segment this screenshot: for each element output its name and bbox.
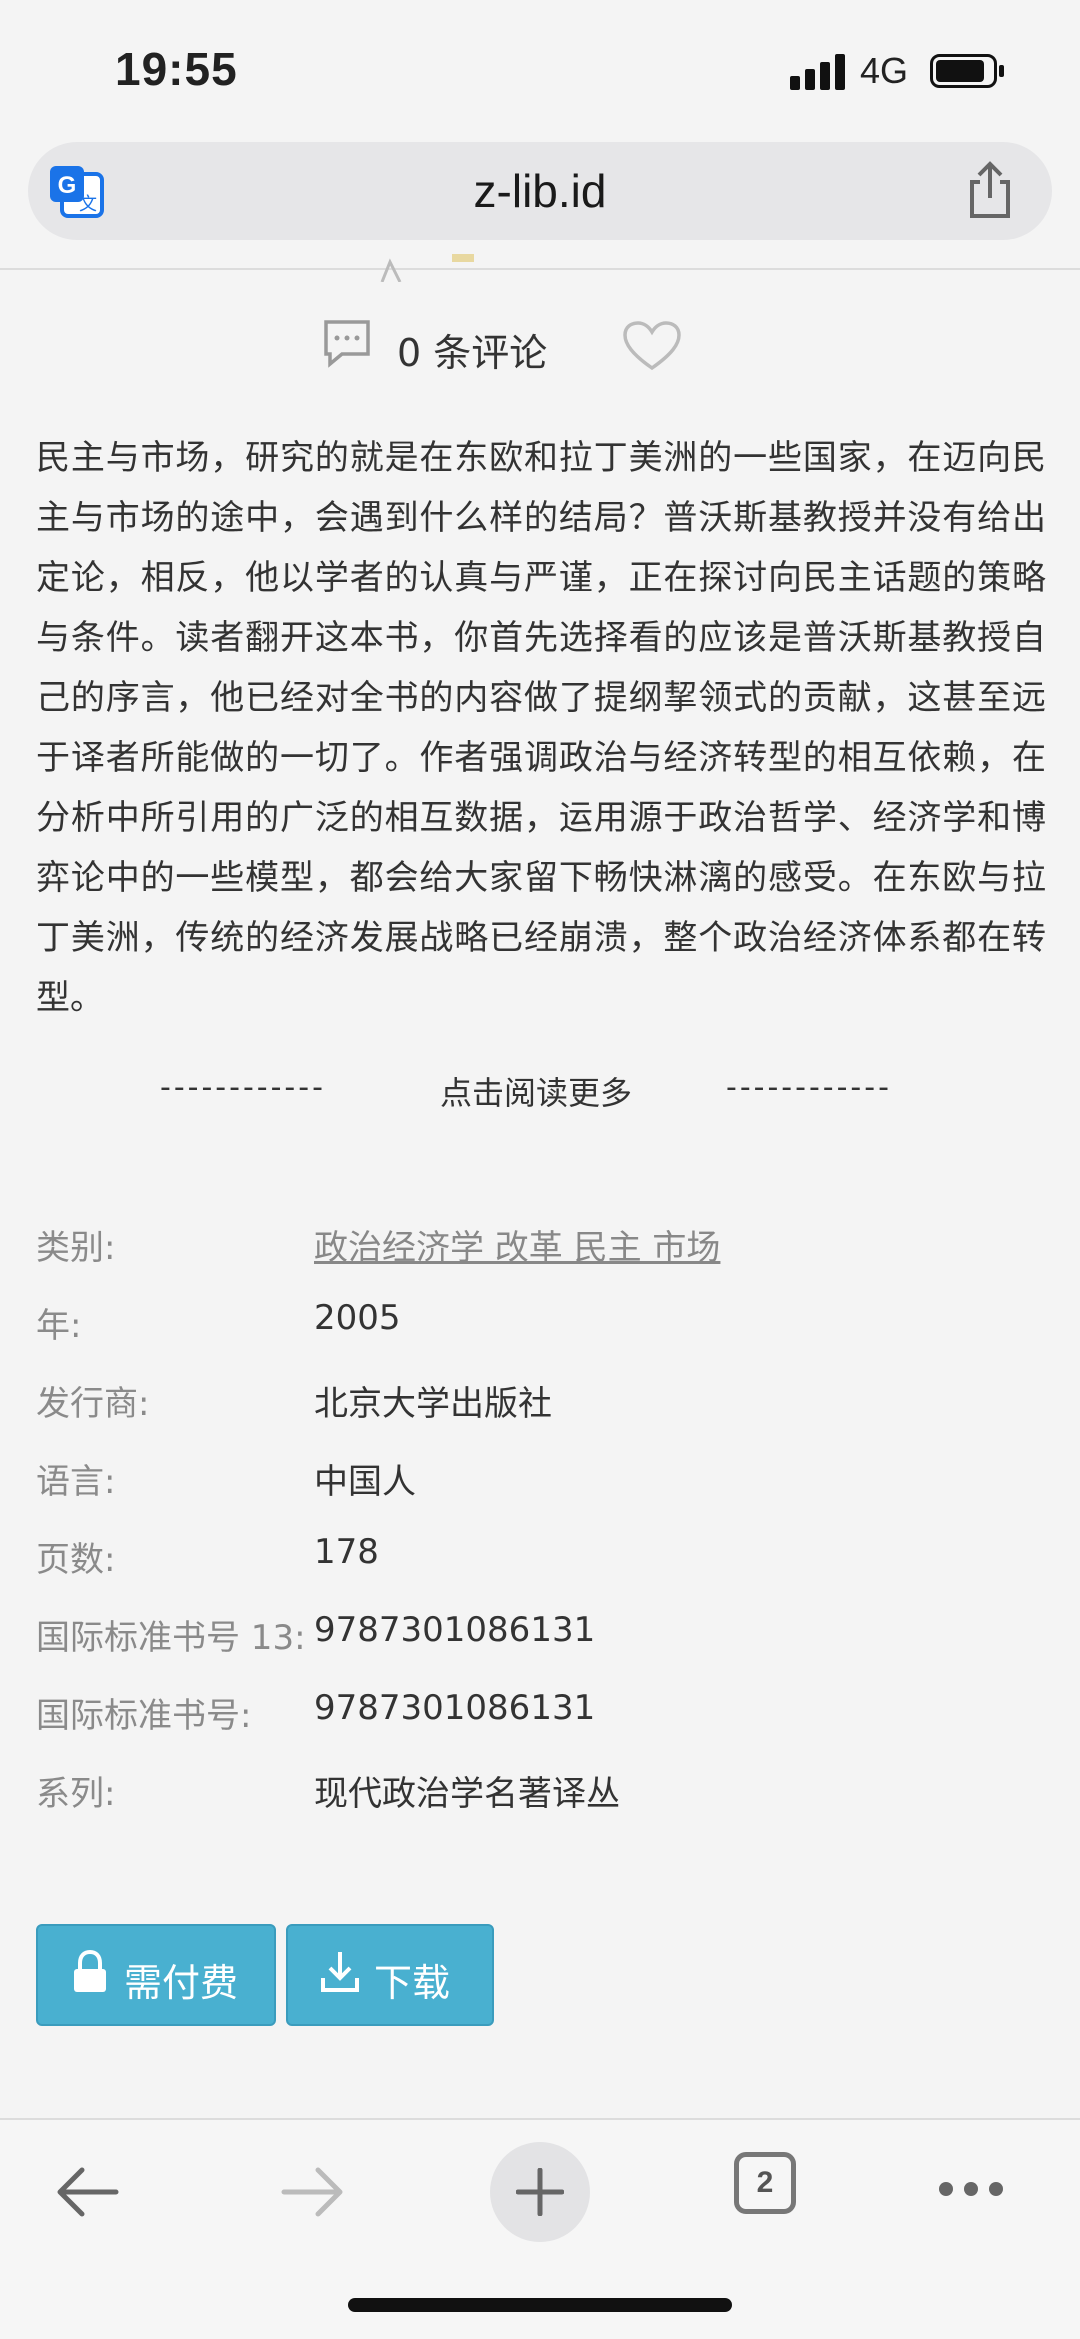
detail-label: 发行商: <box>36 1384 150 1424</box>
detail-row-isbn: 国际标准书号: 9787301086131 <box>36 1688 1046 1766</box>
new-tab-button[interactable] <box>490 2142 590 2242</box>
back-arrow-icon[interactable] <box>52 2162 122 2222</box>
pay-button[interactable]: 需付费 <box>36 1924 276 2026</box>
detail-row-series: 系列: 现代政治学名著译丛 <box>36 1766 1046 1844</box>
detail-label: 年: <box>36 1306 82 1346</box>
battery-icon <box>930 54 1004 88</box>
detail-value: 现代政治学名著译丛 <box>314 1774 620 1814</box>
detail-label: 国际标准书号 13: <box>36 1618 306 1658</box>
detail-label: 类别: <box>36 1228 116 1268</box>
signal-icon <box>790 54 845 90</box>
book-details: 类别: 政治经济学 改革 民主 市场 年: 2005 发行商: 北京大学出版社 … <box>36 1220 1046 1844</box>
category-links[interactable]: 政治经济学 改革 民主 市场 <box>314 1220 720 1269</box>
detail-value: 北京大学出版社 <box>314 1384 552 1424</box>
read-more-row: ------------ 点击阅读更多 ------------ <box>0 1066 1080 1116</box>
detail-label: 语言: <box>36 1462 116 1502</box>
detail-value: 178 <box>314 1532 379 1572</box>
pay-button-label: 需付费 <box>124 1961 239 2005</box>
detail-row-pages: 页数: 178 <box>36 1532 1046 1610</box>
comment-count[interactable]: 0 条评论 <box>397 322 547 377</box>
more-icon[interactable] <box>936 2178 1006 2200</box>
detail-value: 9787301086131 <box>314 1688 596 1728</box>
detail-label: 系列: <box>36 1774 116 1814</box>
tabs-count-button[interactable]: 2 <box>734 2152 796 2214</box>
lock-icon <box>74 1950 106 1992</box>
download-button-label: 下载 <box>374 1961 451 2005</box>
detail-value: 中国人 <box>314 1462 416 1502</box>
read-more-link[interactable]: 点击阅读更多 <box>440 1068 632 1114</box>
star-icon <box>380 254 474 282</box>
detail-row-language: 语言: 中国人 <box>36 1454 1046 1532</box>
detail-row-category: 类别: 政治经济学 改革 民主 市场 <box>36 1220 1046 1298</box>
divider-dashes: ------------ <box>160 1070 326 1105</box>
divider <box>0 268 1080 270</box>
home-indicator[interactable] <box>348 2298 732 2312</box>
detail-label: 页数: <box>36 1540 116 1580</box>
download-button[interactable]: 下载 <box>286 1924 494 2026</box>
heart-icon[interactable] <box>622 320 682 372</box>
comment-icon[interactable] <box>322 318 372 368</box>
book-description: 民主与市场，研究的就是在东欧和拉丁美洲的一些国家，在迈向民主与市场的途中，会遇到… <box>36 438 1046 1018</box>
detail-value: 9787301086131 <box>314 1610 596 1650</box>
url-text[interactable]: z-lib.id <box>28 164 1052 218</box>
network-type: 4G <box>860 50 909 91</box>
forward-arrow-icon[interactable] <box>278 2162 348 2222</box>
detail-row-publisher: 发行商: 北京大学出版社 <box>36 1376 1046 1454</box>
plus-icon <box>516 2168 564 2216</box>
detail-row-year: 年: 2005 <box>36 1298 1046 1376</box>
detail-row-isbn13: 国际标准书号 13: 9787301086131 <box>36 1610 1046 1688</box>
download-icon <box>321 1952 359 1992</box>
status-time: 19:55 <box>115 43 238 95</box>
share-icon[interactable] <box>964 160 1016 220</box>
detail-value: 2005 <box>314 1298 401 1338</box>
status-bar: 19:55 4G <box>0 0 1080 140</box>
detail-label: 国际标准书号: <box>36 1696 252 1736</box>
divider-dashes: ------------ <box>726 1070 892 1105</box>
address-bar[interactable]: G 文 z-lib.id <box>28 142 1052 240</box>
